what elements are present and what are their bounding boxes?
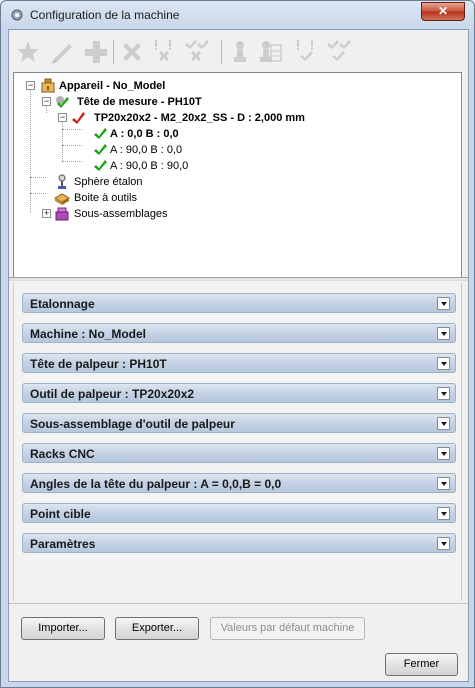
- tree-item-angle[interactable]: A : 0,0 B : 0,0: [14, 126, 454, 142]
- collapse-toggle[interactable]: −: [58, 113, 67, 122]
- toolbar: [9, 30, 468, 72]
- tree-item-device[interactable]: − Appareil - No_Model: [14, 78, 454, 94]
- section-panel: Etalonnage Machine : No_Model Tête de pa…: [13, 283, 462, 601]
- green-check-icon: [56, 96, 69, 108]
- section-label: Sous-assemblage d'outil de palpeur: [30, 417, 235, 431]
- tree-label: Boite à outils: [74, 192, 137, 204]
- section-cnc-racks[interactable]: Racks CNC: [22, 443, 456, 463]
- section-target-point[interactable]: Point cible: [22, 503, 456, 523]
- warning-delete-icon[interactable]: [151, 39, 177, 65]
- chevron-down-icon[interactable]: [437, 447, 450, 460]
- app-gear-icon: [11, 9, 23, 21]
- export-button[interactable]: Exporter...: [115, 617, 199, 640]
- chevron-down-icon[interactable]: [437, 507, 450, 520]
- section-calibration[interactable]: Etalonnage: [22, 293, 456, 313]
- toolbar-separator: [221, 40, 222, 64]
- tree-label: TP20x20x2 - M2_20x2_SS - D : 2,000 mm: [94, 112, 305, 124]
- tree-label: Appareil - No_Model: [59, 80, 166, 92]
- tree-item-probe-head[interactable]: − Tête de mesure - PH10T: [14, 94, 454, 110]
- window-close-button[interactable]: ✕: [421, 2, 465, 21]
- panel-splitter[interactable]: [9, 277, 468, 281]
- chevron-down-icon[interactable]: [437, 297, 450, 310]
- chevron-down-icon[interactable]: [437, 327, 450, 340]
- tree-label: Sphère étalon: [74, 176, 143, 188]
- tree-item-toolbox[interactable]: Boite à outils: [14, 190, 454, 206]
- machine-tree[interactable]: − Appareil - No_Model − Tête de mesure -…: [13, 72, 462, 280]
- tree-item-angle[interactable]: A : 90,0 B : 0,0: [14, 142, 454, 158]
- dialog-body: − Appareil - No_Model − Tête de mesure -…: [8, 29, 469, 682]
- section-label: Machine : No_Model: [30, 327, 147, 341]
- green-check-icon: [94, 144, 107, 155]
- section-parameters[interactable]: Paramètres: [22, 533, 456, 553]
- calibration-sphere-icon: [58, 174, 66, 189]
- toolbar-separator: [113, 40, 114, 64]
- red-check-icon: [72, 112, 85, 124]
- section-head-angles[interactable]: Angles de la tête du palpeur : A = 0,0,B…: [22, 473, 456, 493]
- separator: [9, 603, 468, 604]
- section-label: Paramètres: [30, 537, 96, 551]
- chevron-down-icon[interactable]: [437, 387, 450, 400]
- machine-defaults-button[interactable]: Valeurs par défaut machine: [210, 617, 365, 640]
- section-label: Point cible: [30, 507, 91, 521]
- close-button[interactable]: Fermer: [385, 653, 458, 676]
- chevron-down-icon[interactable]: [437, 537, 450, 550]
- tree-label: A : 90,0 B : 90,0: [110, 160, 189, 172]
- collapse-toggle[interactable]: −: [26, 81, 35, 90]
- section-label: Etalonnage: [30, 297, 95, 311]
- section-label: Racks CNC: [30, 447, 95, 461]
- warning-toggle-icon[interactable]: [293, 39, 319, 65]
- probe-icon[interactable]: [227, 39, 253, 65]
- tree-item-sphere[interactable]: Sphère étalon: [14, 174, 454, 190]
- toolbox-icon: [54, 193, 70, 205]
- tree-label: A : 0,0 B : 0,0: [110, 128, 179, 140]
- section-probe-head[interactable]: Tête de palpeur : PH10T: [22, 353, 456, 373]
- tree-label: Sous-assemblages: [74, 208, 168, 220]
- machine-device-icon: [41, 78, 55, 93]
- section-probe-tool[interactable]: Outil de palpeur : TP20x20x2: [22, 383, 456, 403]
- probe-grid-icon[interactable]: [257, 39, 283, 65]
- section-label: Tête de palpeur : PH10T: [30, 357, 167, 371]
- title-bar: Configuration de la machine ✕: [1, 1, 474, 29]
- section-machine[interactable]: Machine : No_Model: [22, 323, 456, 343]
- import-button[interactable]: Importer...: [21, 617, 105, 640]
- tree-item-probe-tool[interactable]: − TP20x20x2 - M2_20x2_SS - D : 2,000 mm: [14, 110, 454, 126]
- tree-item-angle[interactable]: A : 90,0 B : 90,0: [14, 158, 454, 174]
- delete-x-icon[interactable]: [119, 39, 145, 65]
- green-check-icon: [94, 160, 107, 171]
- collapse-toggle[interactable]: −: [42, 97, 51, 106]
- tree-label: Tête de mesure - PH10T: [77, 96, 202, 108]
- window-title: Configuration de la machine: [30, 8, 180, 22]
- chevron-down-icon[interactable]: [437, 477, 450, 490]
- tree-label: A : 90,0 B : 0,0: [110, 144, 183, 156]
- check-toggle-icon[interactable]: [325, 39, 351, 65]
- section-probe-subassembly[interactable]: Sous-assemblage d'outil de palpeur: [22, 413, 456, 433]
- expand-toggle[interactable]: +: [42, 209, 51, 218]
- section-label: Angles de la tête du palpeur : A = 0,0,B…: [30, 477, 282, 491]
- subassembly-icon: [55, 207, 69, 221]
- chevron-down-icon[interactable]: [437, 417, 450, 430]
- favorite-star-icon[interactable]: [15, 39, 41, 65]
- section-label: Outil de palpeur : TP20x20x2: [30, 387, 195, 401]
- check-delete-icon[interactable]: [183, 39, 209, 65]
- machine-config-window: Configuration de la machine ✕ − Appareil…: [0, 0, 475, 688]
- green-check-icon: [94, 128, 107, 139]
- tree-item-subassemblies[interactable]: + Sous-assemblages: [14, 206, 454, 222]
- add-plus-icon[interactable]: [83, 39, 109, 65]
- chevron-down-icon[interactable]: [437, 357, 450, 370]
- edit-pencil-icon[interactable]: [49, 39, 75, 65]
